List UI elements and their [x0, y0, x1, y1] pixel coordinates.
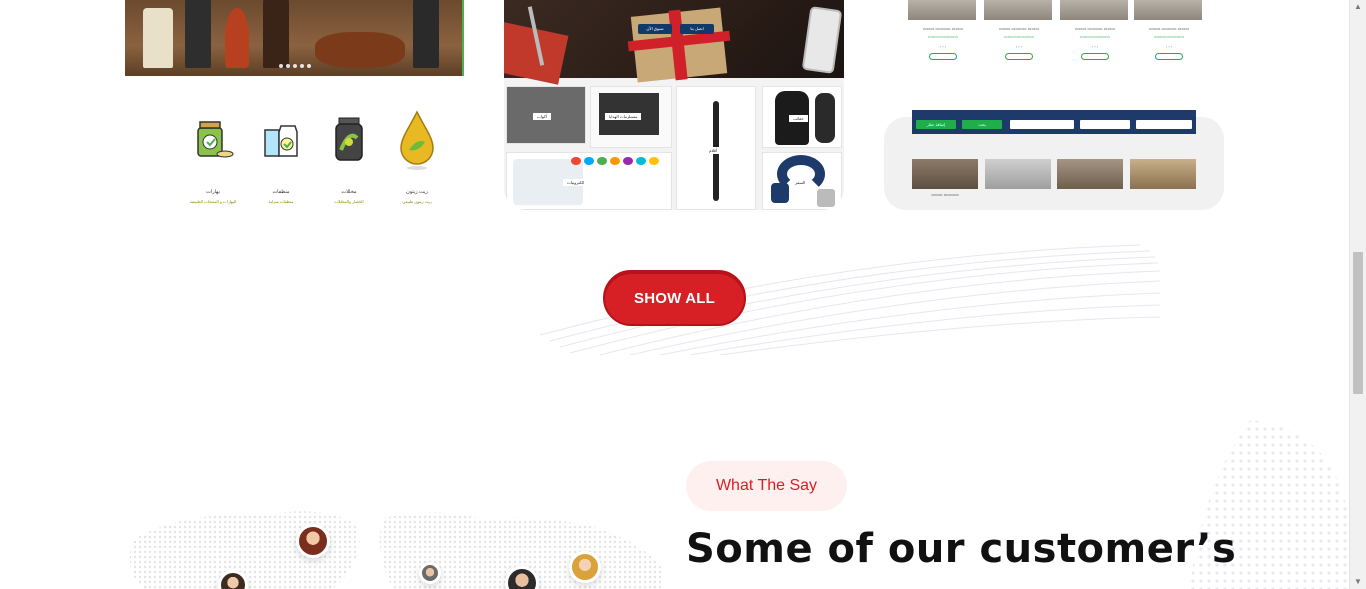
- olive-oil-drop-icon: [400, 110, 434, 170]
- section-heading: Some of our customer’s: [686, 526, 1237, 572]
- search-filter-bar: إضافة عقار بحث: [912, 110, 1196, 134]
- slider-dots[interactable]: [279, 64, 311, 68]
- customer-avatar[interactable]: [569, 551, 601, 583]
- detergent-bottles-icon: [264, 125, 298, 157]
- property-thumb[interactable]: [1057, 159, 1124, 210]
- tile-mugs[interactable]: أكواب: [506, 86, 586, 144]
- tile-electronics[interactable]: الكترونيات: [506, 152, 672, 210]
- tile-label: أكواب: [533, 113, 551, 120]
- category-item[interactable]: بهارات البهارات و المنتجات الطبيعية: [185, 108, 241, 204]
- category-item[interactable]: منظفات منظفات منزلية: [253, 108, 309, 204]
- section-tag: What The Say: [686, 461, 847, 511]
- property-card[interactable]: ▭▭▭ ▭▭▭▭ ▭▭▭ ▭▭▭▭▭▭▭▭ ▫ ▫ ▫: [908, 0, 978, 92]
- pickles-jar-icon: [335, 117, 363, 161]
- scroll-down-icon[interactable]: ▼: [1350, 575, 1366, 589]
- category-subtitle: زيت زيتون طبيعي: [402, 199, 432, 204]
- category-item[interactable]: مخللات الخضار والمخللات: [321, 108, 377, 204]
- show-all-button[interactable]: SHOW ALL: [603, 270, 746, 326]
- tile-label: الكترونيات: [563, 179, 589, 186]
- filter-select[interactable]: [1010, 120, 1074, 129]
- property-listings-row: ▭▭▭ ▭▭▭▭ ▭▭▭ ▭▭▭▭▭▭▭▭ ▫ ▫ ▫ ▭▭▭ ▭▭▭▭ ▭▭▭ ▭▭…: [904, 0, 1204, 92]
- category-name: زيت زيتون: [406, 189, 428, 195]
- customer-avatar[interactable]: [296, 524, 330, 558]
- category-name: مخللات: [341, 189, 357, 195]
- tile-bags[interactable]: حقائب: [762, 86, 842, 148]
- category-item[interactable]: زيت زيتون زيت زيتون طبيعي: [389, 108, 445, 204]
- scrollbar-thumb[interactable]: [1353, 252, 1363, 394]
- property-grid: ▭▭▭ ▭▭▭▭: [912, 159, 1196, 210]
- property-thumb[interactable]: [1129, 159, 1196, 210]
- tile-pens[interactable]: أقلام: [676, 86, 756, 210]
- category-subtitle: الخضار والمخللات: [334, 199, 364, 204]
- customer-avatar[interactable]: [419, 562, 441, 584]
- category-name: منظفات: [272, 189, 290, 195]
- page: بهارات البهارات و المنتجات الطبيعية منظف…: [0, 0, 1366, 589]
- tile-travel[interactable]: السفر: [762, 152, 842, 210]
- tile-label: السفر: [791, 179, 810, 186]
- tile-label: أقلام: [705, 147, 721, 154]
- property-thumb[interactable]: [984, 159, 1051, 210]
- tile-label: حقائب: [789, 115, 808, 122]
- scroll-up-icon[interactable]: ▲: [1350, 0, 1366, 14]
- tile-label: مستلزمات الهدايا: [605, 113, 642, 120]
- vertical-scrollbar[interactable]: ▲ ▼: [1349, 0, 1366, 589]
- portfolio-card-realestate[interactable]: ▭▭▭ ▭▭▭▭ ▭▭▭ ▭▭▭▭▭▭▭▭ ▫ ▫ ▫ ▭▭▭ ▭▭▭▭ ▭▭▭ ▭▭…: [884, 0, 1224, 210]
- property-card[interactable]: ▭▭▭ ▭▭▭▭ ▭▭▭ ▭▭▭▭▭▭▭▭ ▫ ▫ ▫: [1134, 0, 1204, 92]
- filter-select[interactable]: [1080, 120, 1130, 129]
- tile-accessories[interactable]: مستلزمات الهدايا: [590, 86, 672, 148]
- food-banner-image: [125, 0, 464, 76]
- property-card[interactable]: ▭▭▭ ▭▭▭▭ ▭▭▭ ▭▭▭▭▭▭▭▭ ▫ ▫ ▫: [984, 0, 1054, 92]
- gift-banner-image: تسوق الآن اتصل بنا: [504, 0, 844, 85]
- banner-button[interactable]: تسوق الآن: [638, 24, 672, 34]
- search-button[interactable]: بحث: [962, 120, 1002, 129]
- portfolio-card-grocery[interactable]: بهارات البهارات و المنتجات الطبيعية منظف…: [125, 0, 464, 210]
- spice-jar-icon: [197, 121, 234, 158]
- banner-button[interactable]: اتصل بنا: [680, 24, 714, 34]
- property-card[interactable]: ▭▭▭ ▭▭▭▭ ▭▭▭ ▭▭▭▭▭▭▭▭ ▫ ▫ ▫: [1060, 0, 1130, 92]
- filter-select[interactable]: [1136, 120, 1192, 129]
- portfolio-card-gifts[interactable]: تسوق الآن اتصل بنا أكواب مستلزمات الهداي…: [504, 0, 844, 210]
- property-thumb[interactable]: ▭▭▭ ▭▭▭▭: [912, 159, 978, 210]
- category-name: بهارات: [206, 189, 220, 195]
- category-subtitle: منظفات منزلية: [268, 199, 294, 204]
- category-subtitle: البهارات و المنتجات الطبيعية: [189, 199, 237, 204]
- category-row: بهارات البهارات و المنتجات الطبيعية منظف…: [185, 108, 445, 204]
- add-property-button[interactable]: إضافة عقار: [916, 120, 956, 129]
